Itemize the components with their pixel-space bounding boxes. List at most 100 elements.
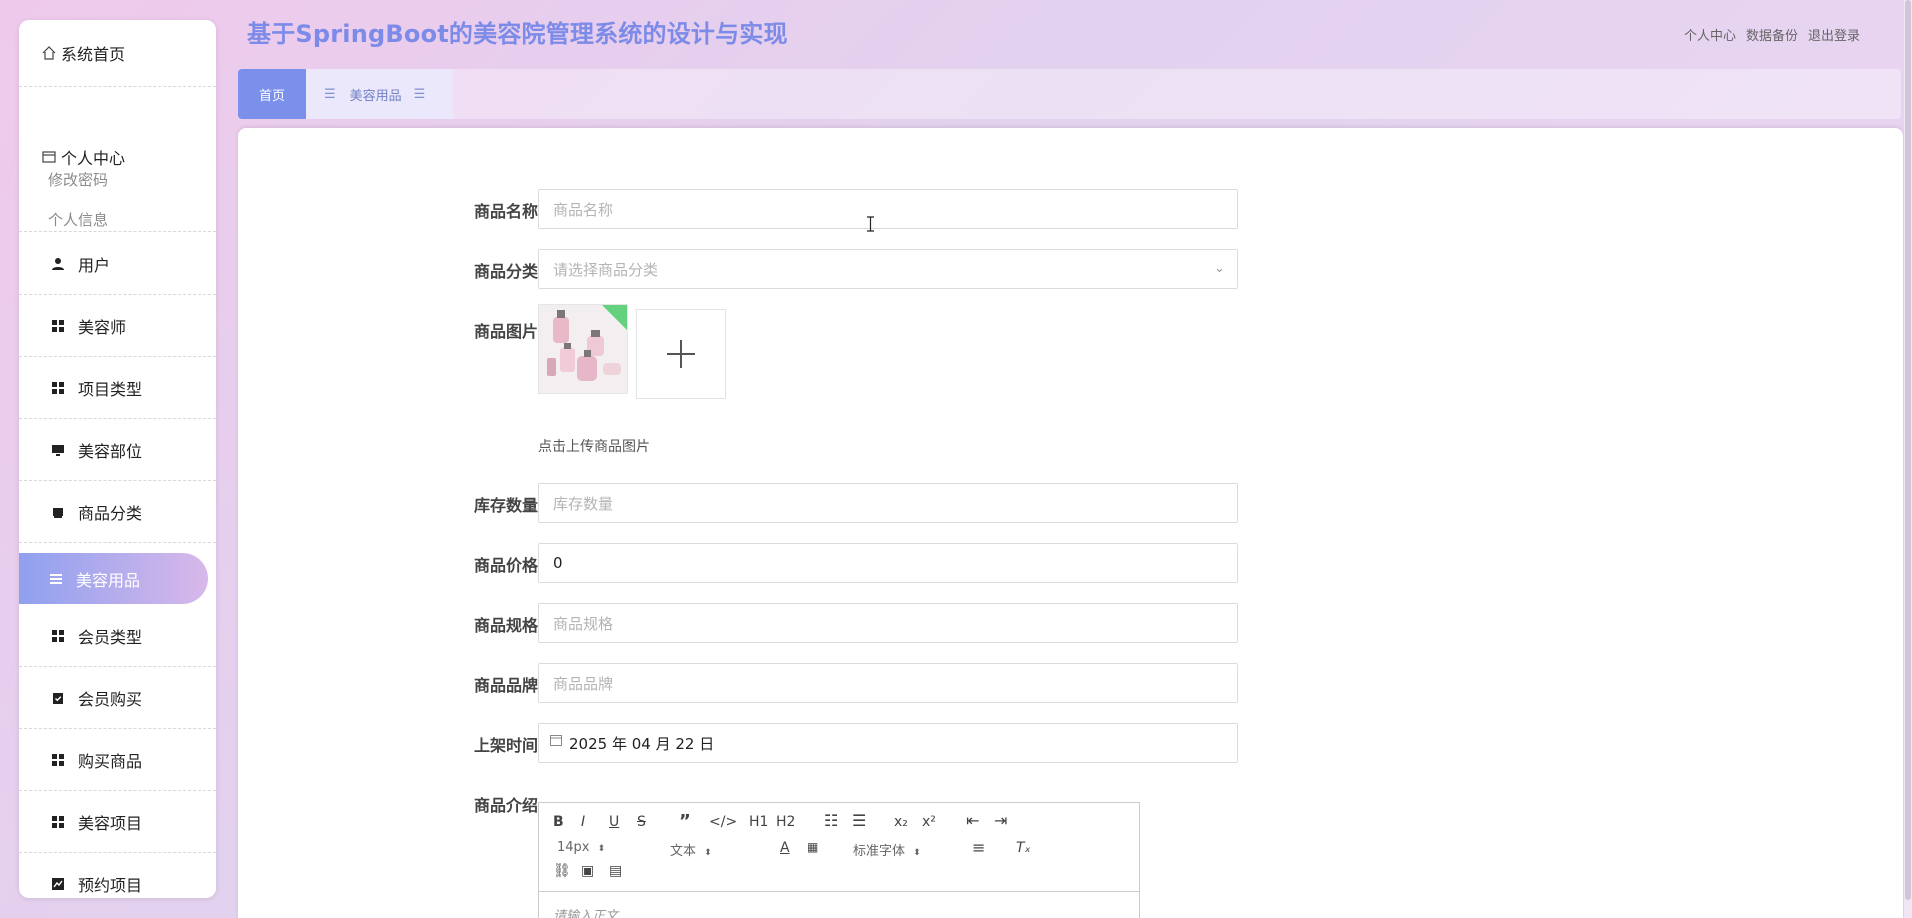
- indent-icon[interactable]: ⇥: [994, 813, 1007, 829]
- page-scrollbar-thumb[interactable]: [1905, 0, 1911, 900]
- stock-input[interactable]: 库存数量: [538, 483, 1238, 523]
- editor-toolbar: B I U S ” </> H1 H2 ☷ ☰ x₂ x² ⇤ ⇥ 14px ⬍…: [539, 803, 1139, 892]
- name-input[interactable]: 商品名称: [538, 189, 1238, 229]
- header-link-logout[interactable]: 退出登录: [1808, 25, 1860, 44]
- bold-icon[interactable]: B: [553, 815, 564, 829]
- plus-icon: [667, 340, 695, 368]
- header-link-data-backup[interactable]: 数据备份: [1746, 25, 1798, 44]
- superscript-icon[interactable]: x²: [922, 815, 936, 829]
- sidebar-item-product-categories[interactable]: 商品分类: [19, 481, 216, 543]
- tab-beauty-products-label: 美容用品: [349, 88, 402, 104]
- category-label: 商品分类: [473, 262, 538, 281]
- italic-icon[interactable]: I: [581, 815, 585, 829]
- header-link-personal-center[interactable]: 个人中心: [1684, 25, 1736, 44]
- tab-beauty-products[interactable]: ☰ 美容用品 ☰: [306, 69, 453, 119]
- clear-format-icon[interactable]: Tₓ: [1016, 841, 1031, 855]
- code-icon[interactable]: </>: [709, 815, 737, 829]
- sidebar-item-beauty-products[interactable]: 美容用品: [19, 553, 208, 604]
- editor-placeholder: 请输入正文: [553, 909, 619, 918]
- card-icon: [41, 149, 57, 165]
- grid-icon: [50, 814, 66, 830]
- category-select-placeholder: 请选择商品分类: [553, 260, 659, 279]
- grid-icon: [50, 752, 66, 768]
- spec-input[interactable]: 商品规格: [538, 603, 1238, 643]
- font-color-icon[interactable]: A: [780, 841, 790, 855]
- font-family-select[interactable]: 标准字体 ⬍: [853, 840, 921, 859]
- outdent-icon[interactable]: ⇤: [966, 813, 979, 829]
- sidebar-item-appointments-label: 预约项目: [78, 875, 143, 895]
- monitor-icon: [50, 442, 66, 458]
- sidebar-item-beauticians[interactable]: 美容师: [19, 295, 216, 357]
- sidebar-item-project-types[interactable]: 项目类型: [19, 357, 216, 419]
- sidebar-item-purchase-products-label: 购买商品: [78, 751, 143, 771]
- sidebar-subitem-change-password[interactable]: 修改密码: [48, 169, 108, 190]
- form-row-price: 商品价格 0: [238, 543, 1903, 583]
- text-format-select[interactable]: 文本 ⬍: [670, 840, 712, 859]
- list-icon: [48, 571, 64, 587]
- background-color-icon[interactable]: ▦: [807, 841, 818, 853]
- ordered-list-icon[interactable]: ☷: [824, 813, 838, 829]
- category-select[interactable]: 请选择商品分类 ⌄: [538, 249, 1238, 289]
- sidebar-item-beauty-areas[interactable]: 美容部位: [19, 419, 216, 481]
- sidebar-item-member-purchase-label: 会员购买: [78, 689, 143, 709]
- align-icon[interactable]: ≡: [972, 840, 985, 856]
- tab-bar: 首页 ☰ 美容用品 ☰: [238, 69, 1901, 119]
- subscript-icon[interactable]: x₂: [894, 815, 908, 829]
- page-scrollbar[interactable]: [1904, 0, 1912, 918]
- form-row-stock: 库存数量 库存数量: [238, 483, 1903, 523]
- sidebar-item-beauty-projects[interactable]: 美容项目: [19, 791, 216, 853]
- sidebar-item-home[interactable]: 系统首页: [19, 20, 216, 87]
- description-label: 商品介绍: [473, 796, 538, 815]
- bullet-list-icon[interactable]: ☰: [852, 813, 866, 829]
- sidebar-item-member-types[interactable]: 会员类型: [19, 605, 216, 667]
- brand-input[interactable]: 商品品牌: [538, 663, 1238, 703]
- rich-text-editor: B I U S ” </> H1 H2 ☷ ☰ x₂ x² ⇤ ⇥ 14px ⬍…: [538, 802, 1140, 918]
- sidebar-item-purchase-products[interactable]: 购买商品: [19, 729, 216, 791]
- shelf-time-value: 2025 年 04 月 22 日: [569, 734, 715, 753]
- upload-image-button[interactable]: [636, 309, 726, 399]
- price-input[interactable]: 0: [538, 543, 1238, 583]
- name-input-placeholder: 商品名称: [553, 200, 614, 219]
- upload-image-hint: 点击上传商品图片: [538, 439, 650, 455]
- image-icon[interactable]: ▣: [581, 864, 594, 878]
- strikethrough-icon[interactable]: S: [637, 815, 646, 829]
- font-size-select[interactable]: 14px ⬍: [557, 840, 605, 855]
- price-input-value: 0: [553, 554, 563, 572]
- sidebar-subitem-personal-info[interactable]: 个人信息: [48, 209, 108, 230]
- chevron-down-icon: ⌄: [1214, 261, 1225, 276]
- product-thumbnail[interactable]: [538, 304, 628, 394]
- user-icon: [50, 256, 66, 272]
- sidebar-item-users[interactable]: 用户: [19, 233, 216, 295]
- form-row-spec: 商品规格 商品规格: [238, 603, 1903, 643]
- clipboard-check-icon: [50, 690, 66, 706]
- sidebar-item-users-label: 用户: [78, 255, 111, 275]
- sidebar-item-appointments[interactable]: 预约项目: [19, 853, 216, 898]
- sidebar-item-project-types-label: 项目类型: [78, 379, 143, 399]
- grid-icon: [50, 628, 66, 644]
- tab-home[interactable]: 首页: [238, 69, 306, 119]
- dropdown-arrows-icon: ⬍: [597, 844, 606, 854]
- underline-icon[interactable]: U: [609, 815, 619, 829]
- menu-icon: ☰: [324, 86, 336, 102]
- sidebar-item-beauticians-label: 美容师: [78, 317, 127, 337]
- sidebar-item-product-categories-label: 商品分类: [78, 503, 143, 523]
- sidebar-item-beauty-products-label: 美容用品: [76, 570, 141, 590]
- heading-2-icon[interactable]: H2: [776, 815, 795, 829]
- link-icon[interactable]: ⛓: [553, 864, 571, 878]
- sidebar-item-member-purchase[interactable]: 会员购买: [19, 667, 216, 729]
- header-links: 个人中心 数据备份 退出登录: [1684, 25, 1860, 44]
- shelf-time-date-input[interactable]: 2025 年 04 月 22 日: [538, 723, 1238, 763]
- personal-center-group: 个人中心 修改密码 个人信息: [19, 132, 216, 232]
- sidebar: 系统首页 个人中心 修改密码 个人信息 用户 美容师 项目类型 美容部位 商品分…: [19, 20, 216, 898]
- heading-1-icon[interactable]: H1: [749, 815, 768, 829]
- video-icon[interactable]: ▤: [609, 864, 622, 878]
- shelf-time-label: 上架时间: [473, 736, 538, 755]
- text-cursor-icon: [867, 216, 874, 232]
- grid-icon: [50, 380, 66, 396]
- spec-input-placeholder: 商品规格: [553, 614, 614, 633]
- header: 基于SpringBoot的美容院管理系统的设计与实现 个人中心 数据备份 退出登…: [0, 0, 1912, 66]
- quote-icon[interactable]: ”: [679, 813, 691, 831]
- sidebar-item-personal-center[interactable]: 个人中心: [41, 145, 125, 169]
- price-label: 商品价格: [473, 556, 538, 575]
- menu-icon: ☰: [413, 86, 426, 102]
